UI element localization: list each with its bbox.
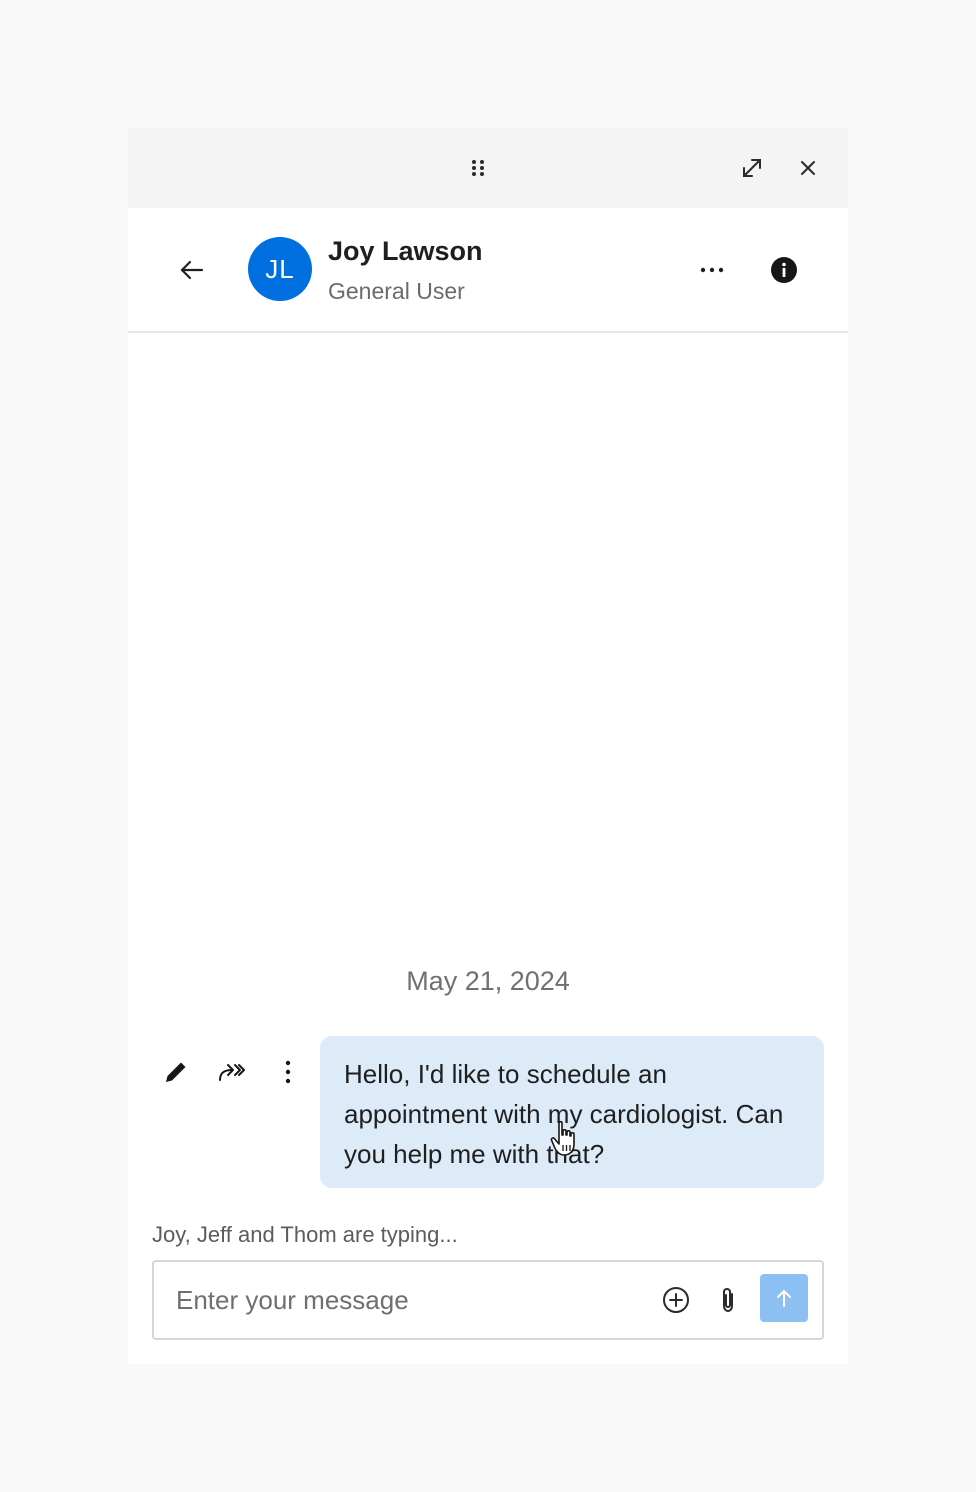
chat-header: JL Joy Lawson General User: [128, 208, 848, 333]
forward-message-button[interactable]: [216, 1056, 248, 1088]
typing-indicator: Joy, Jeff and Thom are typing...: [152, 1222, 458, 1247]
contact-role: General User: [328, 278, 465, 304]
close-button[interactable]: [794, 154, 822, 182]
close-icon: [801, 161, 815, 175]
date-separator: May 21, 2024: [406, 966, 570, 996]
message-input[interactable]: [176, 1276, 636, 1324]
more-horizontal-icon: [700, 267, 724, 273]
info-icon: [771, 257, 797, 283]
avatar[interactable]: JL: [248, 237, 312, 301]
contact-name: Joy Lawson: [328, 236, 483, 266]
message-composer: [152, 1260, 824, 1340]
add-circle-icon: [663, 1287, 689, 1313]
edit-message-button[interactable]: [160, 1056, 192, 1088]
expand-icon: [743, 159, 761, 177]
send-button[interactable]: [760, 1274, 808, 1322]
expand-button[interactable]: [738, 154, 766, 182]
drag-handle-icon[interactable]: [466, 156, 490, 180]
more-vertical-icon: [285, 1060, 291, 1084]
attach-button[interactable]: [712, 1284, 744, 1316]
avatar-initials: JL: [265, 253, 295, 284]
arrow-up-icon: [777, 1290, 791, 1307]
paperclip-icon: [723, 1287, 733, 1313]
message-bubble[interactable]: Hello, I'd like to schedule an appointme…: [320, 1036, 824, 1188]
info-button[interactable]: [768, 254, 800, 286]
edit-icon: [166, 1062, 186, 1082]
more-options-button[interactable]: [694, 254, 730, 286]
message-more-button[interactable]: [272, 1056, 304, 1088]
window-bar: [128, 128, 848, 208]
chat-window: JL Joy Lawson General User May 21, 2024: [128, 128, 848, 1364]
back-button[interactable]: [176, 254, 208, 286]
add-button[interactable]: [660, 1284, 692, 1316]
forward-icon: [219, 1064, 245, 1081]
arrow-left-icon: [180, 260, 204, 280]
